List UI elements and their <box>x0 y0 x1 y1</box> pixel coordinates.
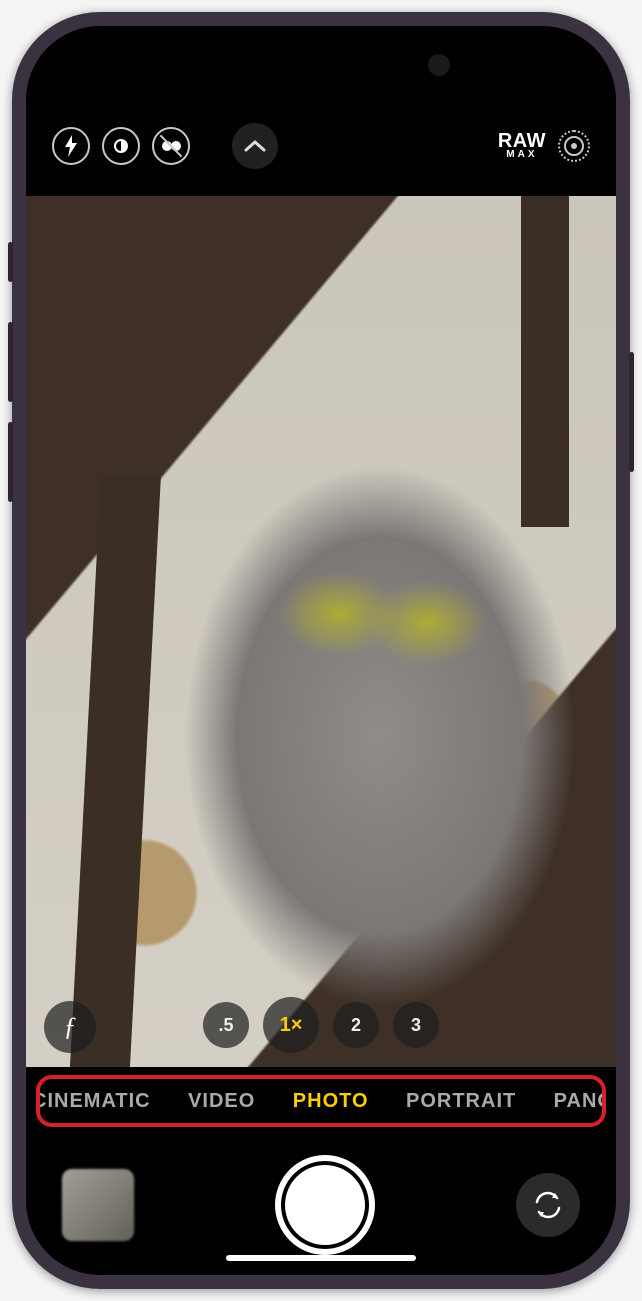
zoom-level-3x[interactable]: 3 <box>393 1002 439 1048</box>
home-indicator[interactable] <box>226 1255 416 1261</box>
mode-selector-container: CINEMATIC VIDEO PHOTO PORTRAIT PANO <box>26 1067 616 1135</box>
mode-label: PANO <box>554 1090 606 1112</box>
camera-top-controls: RAW MAX <box>26 96 616 196</box>
volume-up-button <box>8 322 13 402</box>
mode-label: PORTRAIT <box>406 1090 516 1112</box>
zoom-label: 2 <box>351 1015 361 1036</box>
screen: RAW MAX ƒ .5 1× 2 3 CINEMATIC VID <box>26 26 616 1275</box>
shutter-row <box>26 1135 616 1275</box>
zoom-label: .5 <box>218 1015 233 1036</box>
flash-icon <box>63 135 79 157</box>
mode-label: VIDEO <box>188 1090 255 1112</box>
last-photo-thumbnail[interactable] <box>62 1169 134 1241</box>
mode-selector-highlight: CINEMATIC VIDEO PHOTO PORTRAIT PANO <box>36 1075 606 1127</box>
mode-pano[interactable]: PANO <box>554 1090 606 1113</box>
zoom-label: 1× <box>280 1014 303 1037</box>
night-mode-toggle[interactable] <box>102 127 140 165</box>
mode-label: PHOTO <box>293 1090 369 1112</box>
flash-toggle[interactable] <box>52 127 90 165</box>
mode-cinematic[interactable]: CINEMATIC <box>36 1090 151 1113</box>
zoom-level-0-5x[interactable]: .5 <box>203 1002 249 1048</box>
zoom-label: 3 <box>411 1015 421 1036</box>
night-mode-icon <box>110 135 132 157</box>
zoom-level-1x[interactable]: 1× <box>263 997 319 1053</box>
mode-photo[interactable]: PHOTO <box>293 1090 369 1113</box>
dynamic-island <box>236 44 406 86</box>
zoom-level-2x[interactable]: 2 <box>333 1002 379 1048</box>
power-button <box>629 352 634 472</box>
camera-settings-drawer-button[interactable] <box>232 123 278 169</box>
chevron-up-icon <box>244 139 266 153</box>
raw-toggle[interactable]: RAW MAX <box>498 133 546 159</box>
mute-switch <box>8 242 13 282</box>
live-photo-off-toggle[interactable] <box>152 127 190 165</box>
mode-portrait[interactable]: PORTRAIT <box>406 1090 516 1113</box>
live-photo-toggle[interactable] <box>558 130 590 162</box>
mode-video[interactable]: VIDEO <box>188 1090 255 1113</box>
zoom-control: .5 1× 2 3 <box>26 997 616 1053</box>
flip-camera-button[interactable] <box>516 1173 580 1237</box>
mode-label: CINEMATIC <box>36 1090 151 1112</box>
iphone-frame: RAW MAX ƒ .5 1× 2 3 CINEMATIC VID <box>12 12 630 1289</box>
volume-down-button <box>8 422 13 502</box>
camera-viewfinder[interactable]: ƒ .5 1× 2 3 <box>26 196 616 1067</box>
viewfinder-scene <box>26 196 616 1067</box>
shutter-button[interactable] <box>275 1155 375 1255</box>
raw-label-bottom: MAX <box>498 151 546 159</box>
flip-camera-icon <box>531 1188 565 1222</box>
